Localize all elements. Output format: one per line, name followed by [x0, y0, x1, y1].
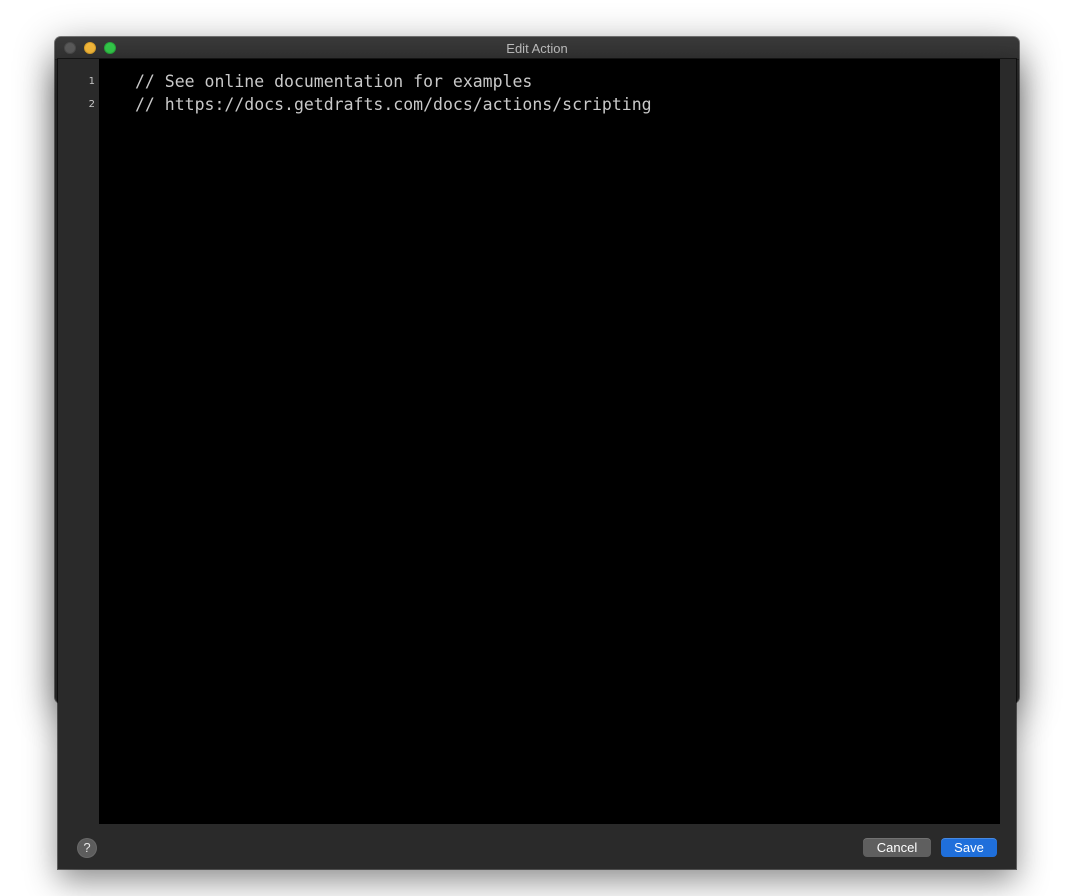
window-title: Edit Action	[506, 41, 568, 56]
code-line[interactable]: // See online documentation for examples	[135, 72, 532, 92]
script-editor[interactable]: // See online documentation for examples…	[99, 59, 1000, 824]
line-number-gutter: 1 2	[58, 59, 99, 824]
cancel-button[interactable]: Cancel	[863, 838, 931, 857]
save-button[interactable]: Save	[941, 838, 997, 857]
edit-action-sheet: 1 2 // See online documentation for exam…	[58, 59, 1016, 869]
code-line[interactable]: // https://docs.getdrafts.com/docs/actio…	[135, 95, 652, 115]
question-mark-icon: ?	[83, 840, 91, 855]
vertical-scrollbar[interactable]	[1000, 59, 1016, 824]
title-bar: Edit Action	[55, 37, 1019, 60]
screen: Edit Action 1 2 // See online documentat…	[0, 0, 1074, 896]
help-button[interactable]: ?	[77, 838, 97, 858]
sheet-footer: ? Cancel Save	[58, 824, 1016, 869]
line-number: 1	[88, 76, 95, 87]
line-number: 2	[88, 99, 95, 110]
